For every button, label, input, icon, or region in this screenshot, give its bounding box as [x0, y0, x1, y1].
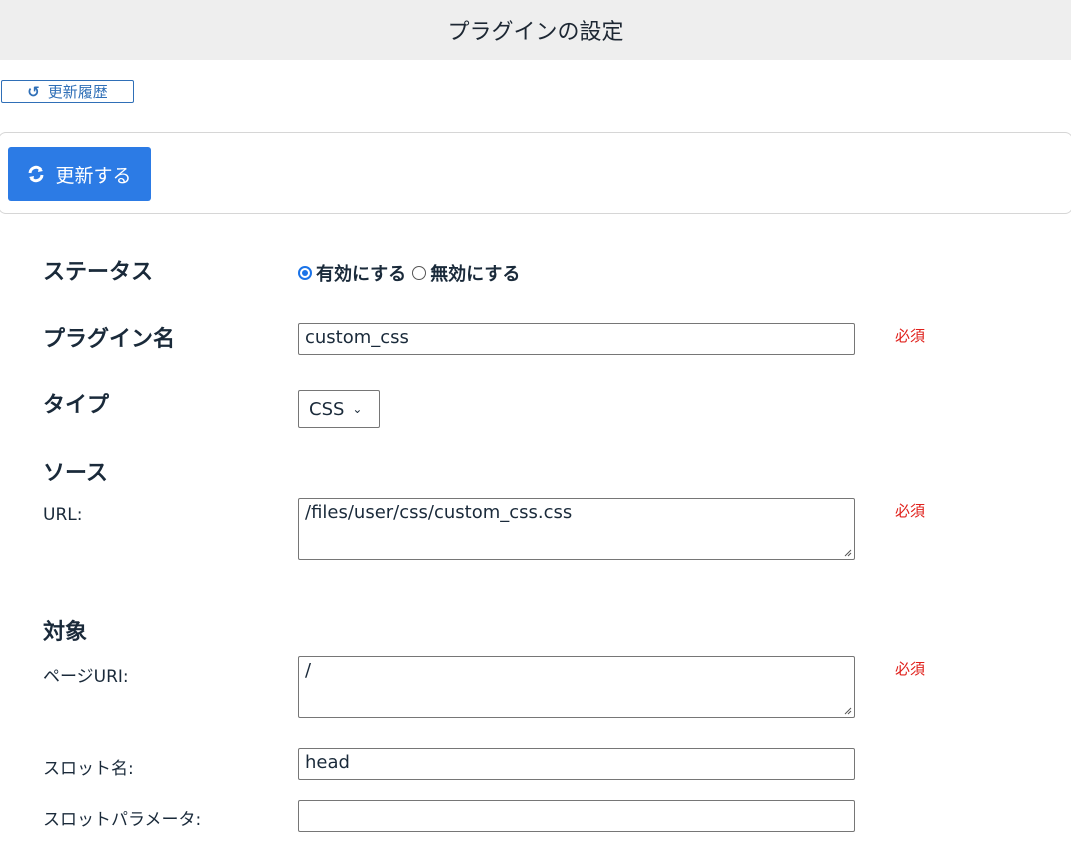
- slot-name-label: スロット名:: [43, 759, 134, 779]
- status-radio-group: 有効にする 無効にする: [298, 260, 520, 286]
- update-button-label: 更新する: [55, 164, 132, 187]
- page-uri-required: 必須: [895, 660, 926, 678]
- status-label: ステータス: [43, 260, 154, 285]
- url-label: URL:: [43, 505, 83, 525]
- source-heading: ソース: [43, 461, 108, 486]
- url-value: /files/user/css/custom_css.css: [305, 502, 573, 523]
- history-button[interactable]: ↺ 更新履歴: [1, 80, 134, 103]
- radio-disable-label[interactable]: 無効にする: [430, 260, 520, 286]
- radio-enable[interactable]: [298, 266, 312, 280]
- target-heading: 対象: [43, 620, 88, 645]
- page-header: プラグインの設定: [0, 0, 1071, 60]
- plugin-name-input[interactable]: custom_css: [298, 323, 855, 355]
- type-label: タイプ: [43, 393, 110, 418]
- type-select[interactable]: CSS ⌄: [298, 390, 380, 428]
- slot-params-label: スロットパラメータ:: [43, 810, 202, 830]
- resize-handle-icon[interactable]: [842, 705, 852, 715]
- url-textarea[interactable]: /files/user/css/custom_css.css: [298, 498, 855, 560]
- slot-name-input[interactable]: head: [298, 748, 855, 780]
- history-icon: ↺: [27, 82, 40, 101]
- plugin-name-required: 必須: [895, 327, 926, 345]
- radio-enable-label[interactable]: 有効にする: [316, 260, 406, 286]
- resize-handle-icon[interactable]: [842, 547, 852, 557]
- refresh-icon: [28, 165, 44, 183]
- type-select-value: CSS: [309, 398, 345, 420]
- chevron-down-icon: ⌄: [352, 402, 363, 416]
- history-button-label: 更新履歴: [47, 83, 108, 101]
- update-button[interactable]: 更新する: [8, 147, 151, 201]
- slot-params-input[interactable]: [298, 800, 855, 832]
- url-required: 必須: [895, 502, 926, 520]
- page-title: プラグインの設定: [447, 20, 624, 45]
- toolbar: [0, 132, 1071, 214]
- page-uri-value: /: [305, 660, 312, 681]
- radio-disable[interactable]: [412, 266, 427, 280]
- page-uri-textarea[interactable]: /: [298, 656, 855, 718]
- plugin-name-label: プラグイン名: [43, 327, 176, 352]
- page-uri-label: ページURI:: [43, 667, 129, 687]
